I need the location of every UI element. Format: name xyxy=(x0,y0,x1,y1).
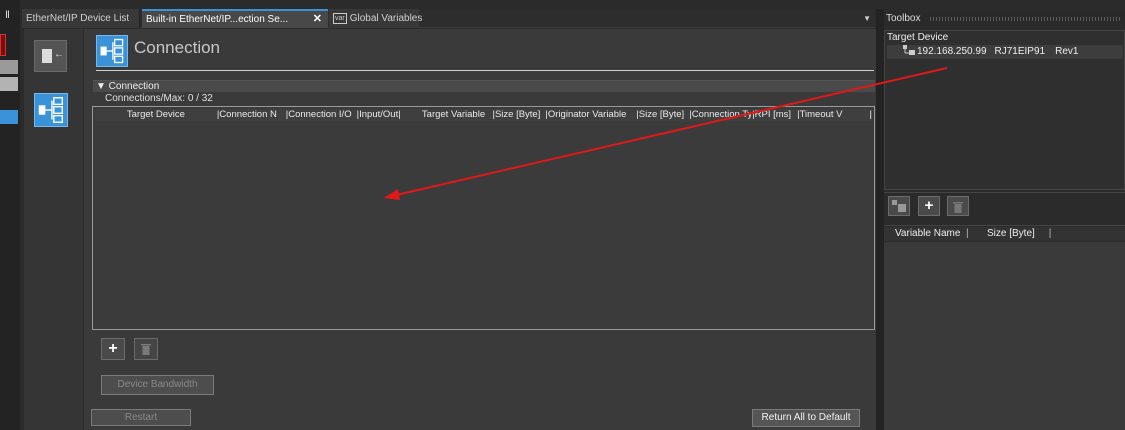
toolbox-drag-grip[interactable] xyxy=(930,17,1120,21)
col-size-byte[interactable]: |Size [Byte] xyxy=(491,109,544,121)
add-connection-button[interactable]: + xyxy=(101,338,125,360)
section-title: ▼ Connection xyxy=(96,81,160,92)
side-button-2[interactable] xyxy=(0,77,18,91)
device-ip: 192.168.250.99 xyxy=(917,46,987,57)
close-icon[interactable]: ✕ xyxy=(313,11,322,28)
delete-variable-button[interactable] xyxy=(947,196,969,216)
tab-label: Global Variables xyxy=(349,13,423,24)
col-input-output[interactable]: |Input/Out| xyxy=(356,109,415,121)
panel-splitter[interactable] xyxy=(876,9,884,430)
add-variable-button[interactable]: + xyxy=(918,196,940,216)
device-model: RJ71EIP91 xyxy=(994,46,1046,57)
connection-icon xyxy=(96,35,128,67)
col-size-byte-2[interactable]: |Size [Byte] xyxy=(635,109,688,121)
col-connection-name[interactable]: |Connection N xyxy=(216,109,285,121)
device-revision: Rev1 xyxy=(1055,46,1079,57)
delete-connection-button[interactable] xyxy=(134,338,158,360)
col-end: | xyxy=(869,109,872,120)
toolbox-header: Toolbox xyxy=(884,12,1125,26)
col-connection-io[interactable]: |Connection I/O xyxy=(285,109,356,121)
target-device-label: Target Device xyxy=(887,32,949,43)
title-divider xyxy=(96,70,874,71)
device-icon xyxy=(892,200,906,212)
target-device-panel: Target Device 192.168.250.99 RJ71EIP91 Rev… xyxy=(884,30,1125,190)
variable-table-body[interactable] xyxy=(884,242,1125,430)
col-variable-name[interactable]: Variable Name | xyxy=(895,227,969,241)
col-target-device[interactable]: Target Device xyxy=(95,109,216,121)
add-icon: + xyxy=(108,340,118,357)
side-selected-item[interactable] xyxy=(0,110,18,124)
col-rpi[interactable]: |RPI [ms] xyxy=(751,109,796,121)
add-icon: + xyxy=(924,197,934,214)
tab-label: Built-in EtherNet/IP...ection Se... xyxy=(146,14,289,25)
variable-table-header: Variable Name | Size [Byte] | xyxy=(884,227,1125,241)
connection-count: Connections/Max: 0 / 32 xyxy=(105,93,213,104)
tab-label: EtherNet/IP Device List xyxy=(26,13,130,24)
tree-device-icon xyxy=(903,45,915,55)
delete-icon xyxy=(953,202,963,213)
col-originator-variable[interactable]: |Originator Variable xyxy=(544,109,635,121)
connection-icon[interactable] xyxy=(34,93,68,127)
tab-device-list[interactable]: EtherNet/IP Device List xyxy=(22,9,140,28)
status-marker xyxy=(0,34,6,56)
toolbox-toolbar: + xyxy=(884,192,1125,226)
return-all-to-default-button[interactable]: Return All to Default xyxy=(752,409,860,427)
var-icon: var xyxy=(333,13,347,24)
target-device-item[interactable]: 192.168.250.99 RJ71EIP91 Rev1 xyxy=(887,45,1123,59)
connection-table[interactable]: Target Device |Connection N |Connection … xyxy=(92,106,875,330)
delete-icon xyxy=(141,344,151,355)
restart-button[interactable]: Restart xyxy=(91,409,191,426)
col-connection-type[interactable]: |Connection Ty xyxy=(688,109,751,121)
tab-global-variables[interactable]: var Global Variables xyxy=(329,9,422,28)
toolbox-title: Toolbox xyxy=(886,13,921,24)
col-variable-size[interactable]: Size [Byte] | xyxy=(987,227,1051,241)
col-variable-size-label: Size [Byte] xyxy=(987,228,1035,239)
col-variable-name-label: Variable Name xyxy=(895,228,961,239)
side-button-1[interactable] xyxy=(0,60,18,74)
connection-section-header[interactable]: ▼ Connection xyxy=(93,80,875,92)
add-device-button[interactable] xyxy=(888,196,910,216)
pin-icon[interactable]: Ⅱ xyxy=(5,11,15,21)
dropdown-icon[interactable]: ▼ xyxy=(863,9,871,28)
device-icon[interactable]: ← xyxy=(34,40,67,72)
col-timeout[interactable]: |Timeout V xyxy=(796,109,851,121)
device-bandwidth-button[interactable]: Device Bandwidth xyxy=(101,375,214,395)
left-side-strip: Ⅱ xyxy=(0,0,20,430)
page-title: Connection xyxy=(134,38,221,57)
view-icon-column: ← xyxy=(24,29,84,430)
col-target-variable[interactable]: Target Variable xyxy=(415,109,492,121)
table-header: Target Device |Connection N |Connection … xyxy=(95,109,872,121)
tab-bar: EtherNet/IP Device List Built-in EtherNe… xyxy=(22,9,875,28)
tab-connection-settings[interactable]: Built-in EtherNet/IP...ection Se... ✕ xyxy=(142,9,328,28)
